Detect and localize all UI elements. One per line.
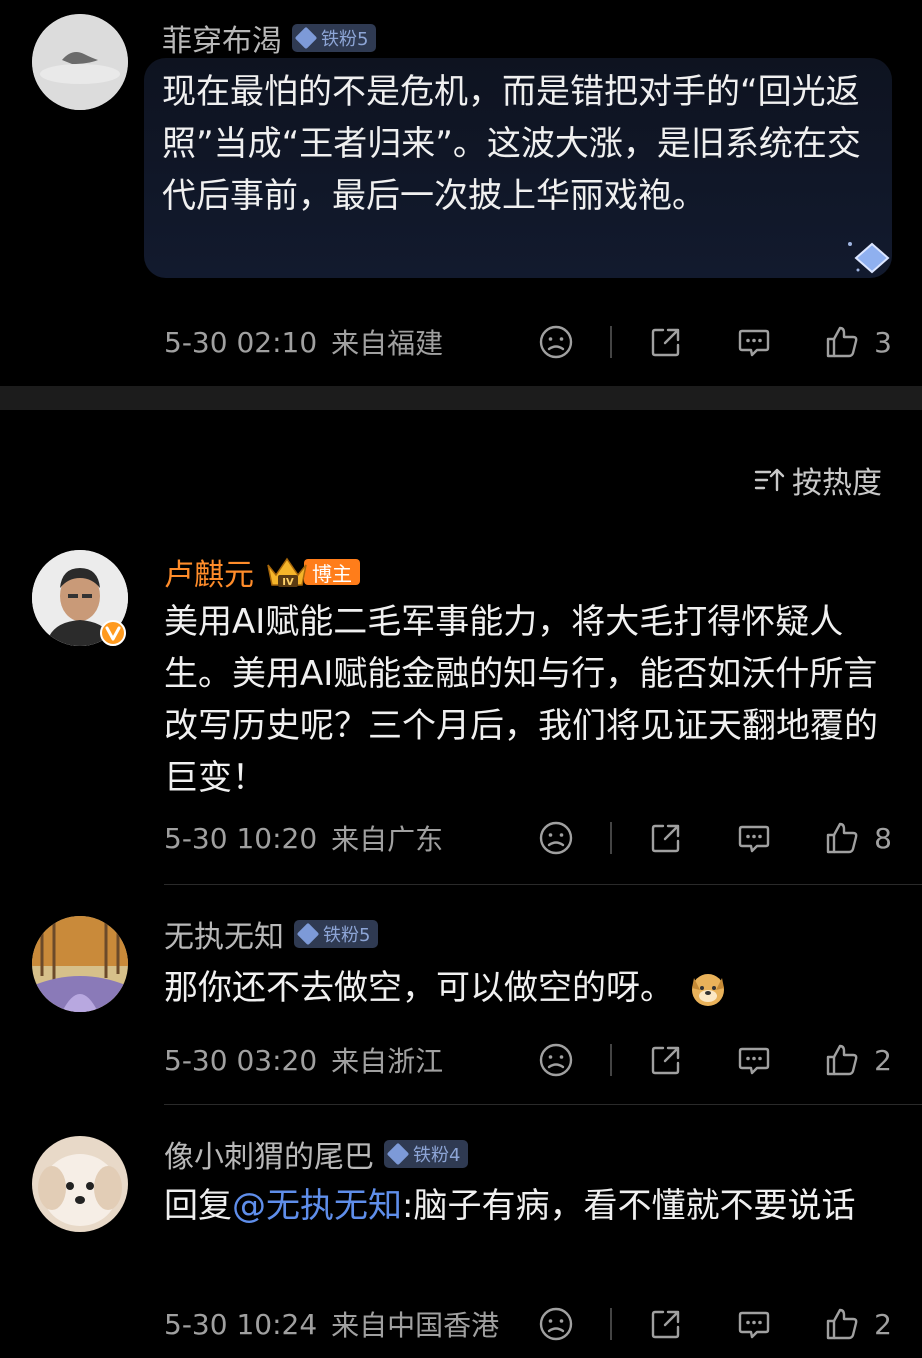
comment-text-body: :脑子有病，看不懂就不要说话: [402, 1186, 856, 1226]
name-row: 卢麒元 IV 博主: [164, 550, 360, 594]
meta-row: 5-30 02:10 来自福建 3: [164, 320, 892, 364]
dislike-face-icon[interactable]: [536, 818, 576, 858]
thumbs-up-icon[interactable]: [822, 322, 862, 362]
name-row: 无执无知 铁粉5: [164, 912, 379, 956]
fan-badge[interactable]: 铁粉4: [384, 1140, 469, 1168]
blogger-tag: 博主: [304, 559, 360, 586]
comment-text: 那你还不去做空，可以做空的呀。: [164, 962, 892, 1014]
dislike-face-icon[interactable]: [536, 1040, 576, 1080]
diamond-icon: [294, 26, 318, 50]
avatar[interactable]: [32, 14, 128, 110]
meta-row: 5-30 03:20 来自浙江 2: [164, 1038, 892, 1082]
like-count: 8: [874, 821, 892, 855]
crown-icon: IV: [264, 555, 310, 589]
fan-badge-label: 铁粉5: [321, 29, 369, 50]
action-bar: 2: [536, 1038, 892, 1082]
name-row: 像小刺猬的尾巴 铁粉4: [164, 1132, 469, 1176]
verified-icon: [100, 620, 126, 646]
name-row: 菲穿布渴 铁粉5: [162, 16, 377, 60]
section-divider: [0, 386, 922, 410]
meta-row: 5-30 10:20 来自广东 8: [164, 816, 892, 860]
share-icon[interactable]: [646, 1304, 686, 1344]
comment-location: 来自浙江: [331, 1045, 444, 1078]
diamond-icon: [296, 922, 320, 946]
action-bar: 2: [536, 1302, 892, 1346]
sort-icon: [754, 468, 785, 492]
comment-text: 美用AI赋能二毛军事能力，将大毛打得怀疑人生。美用AI赋能金融的知与行，能否如沃…: [164, 602, 878, 798]
username[interactable]: 像小刺猬的尾巴: [164, 1132, 374, 1176]
comment-text: 现在最怕的不是危机，而是错把对手的“回光返照”当成“王者归来”。这波大涨，是旧系…: [162, 72, 861, 216]
fan-badge[interactable]: 铁粉5: [294, 920, 379, 948]
comment-text: 回复@无执无知:脑子有病，看不懂就不要说话: [164, 1180, 892, 1232]
comment-time: 5-30 10:24: [164, 1307, 318, 1341]
divider-line: [164, 1104, 922, 1105]
comment-time: 5-30 02:10: [164, 325, 318, 359]
share-icon[interactable]: [646, 1040, 686, 1080]
like-count: 2: [874, 1043, 892, 1077]
badge-level: IV: [282, 577, 294, 588]
mention-link[interactable]: @无执无知: [232, 1186, 402, 1226]
fan-badge[interactable]: 铁粉5: [292, 24, 377, 52]
like-count: 3: [874, 325, 892, 359]
divider-line: [164, 884, 922, 885]
comment-time: 5-30 10:20: [164, 821, 318, 855]
comment-text-body: 那你还不去做空，可以做空的呀。: [164, 968, 674, 1008]
username[interactable]: 菲穿布渴: [162, 16, 282, 60]
comment-location: 来自广东: [331, 823, 444, 856]
diamond-decoration-icon: [848, 242, 890, 274]
comment-icon[interactable]: [734, 1304, 774, 1344]
thumbs-up-icon[interactable]: [822, 1304, 862, 1344]
reply-prefix: 回复: [164, 1186, 232, 1226]
divider: [610, 822, 613, 854]
divider: [610, 1044, 613, 1076]
divider: [610, 1308, 613, 1340]
dislike-face-icon[interactable]: [536, 1304, 576, 1344]
diamond-icon: [386, 1142, 410, 1166]
blogger-badge[interactable]: IV 博主: [264, 555, 360, 589]
comment-icon[interactable]: [734, 818, 774, 858]
share-icon[interactable]: [646, 322, 686, 362]
action-bar: 8: [536, 816, 892, 860]
comment-icon[interactable]: [734, 1040, 774, 1080]
divider: [610, 326, 613, 358]
dislike-face-icon[interactable]: [536, 322, 576, 362]
comment-time: 5-30 03:20: [164, 1043, 318, 1077]
comment-location: 来自中国香港: [331, 1309, 500, 1342]
comment-location: 来自福建: [331, 327, 444, 360]
share-icon[interactable]: [646, 818, 686, 858]
username[interactable]: 无执无知: [164, 912, 284, 956]
avatar[interactable]: [32, 1136, 128, 1232]
sort-button[interactable]: 按热度: [754, 458, 882, 502]
sort-label: 按热度: [792, 466, 882, 501]
fan-badge-label: 铁粉4: [413, 1145, 461, 1166]
like-count: 2: [874, 1307, 892, 1341]
action-bar: 3: [536, 320, 892, 364]
comment-icon[interactable]: [734, 322, 774, 362]
username[interactable]: 卢麒元: [164, 550, 254, 594]
avatar[interactable]: [32, 916, 128, 1012]
thumbs-up-icon[interactable]: [822, 1040, 862, 1080]
thumbs-up-icon[interactable]: [822, 818, 862, 858]
meta-row: 5-30 10:24 来自中国香港 2: [164, 1302, 892, 1346]
doge-emoji-icon: [692, 974, 724, 1006]
fan-badge-label: 铁粉5: [323, 925, 371, 946]
